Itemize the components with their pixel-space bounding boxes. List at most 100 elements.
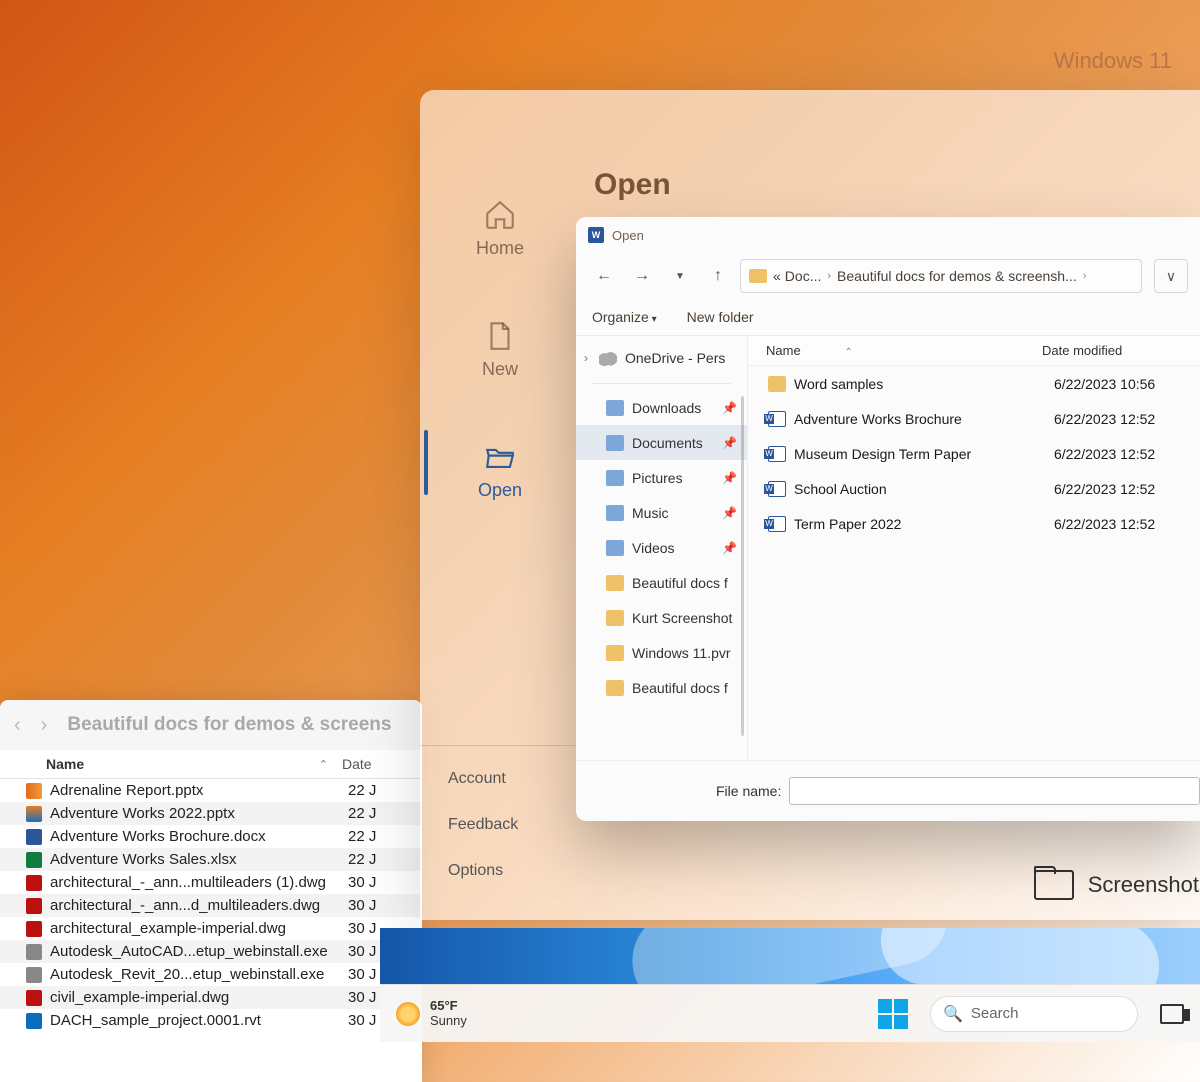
list-item[interactable]: Adventure Works Brochure.docx22 J <box>0 825 422 848</box>
file-name: architectural_-_ann...d_multileaders.dwg <box>50 897 348 914</box>
folder-open-icon <box>483 440 517 474</box>
mac-col-date[interactable]: Date <box>342 756 422 772</box>
nav-feedback[interactable]: Feedback <box>448 816 552 834</box>
tree-documents[interactable]: Documents 📌 <box>576 425 747 460</box>
new-folder-button[interactable]: New folder <box>687 309 754 325</box>
tree-music[interactable]: Music 📌 <box>576 495 747 530</box>
breadcrumb-seg1[interactable]: Doc... <box>785 268 822 284</box>
dialog-toolbar: Organize New folder <box>576 303 1200 335</box>
tree-onedrive[interactable]: › OneDrive - Pers <box>576 340 747 375</box>
back-icon[interactable]: ‹ <box>14 714 21 737</box>
backstage-title: Open <box>594 168 1200 202</box>
list-item[interactable]: Adventure Works Brochure6/22/2023 12:52 <box>748 401 1200 436</box>
dialog-tree[interactable]: › OneDrive - Pers Downloads 📌 Documents … <box>576 336 748 760</box>
exe-file-icon <box>26 944 42 960</box>
list-item[interactable]: civil_example-imperial.dwg30 J <box>0 986 422 1009</box>
file-date: 22 J <box>348 805 422 822</box>
nav-history-button[interactable]: ▼ <box>664 260 696 292</box>
nav-new[interactable]: New <box>420 299 580 420</box>
list-item[interactable]: DACH_sample_project.0001.rvt30 J <box>0 1009 422 1032</box>
file-date: 30 J <box>348 874 422 891</box>
tree-folder[interactable]: Kurt Screenshot <box>576 600 747 635</box>
pin-icon[interactable]: 📌 <box>722 541 737 555</box>
nav-open[interactable]: Open <box>420 420 580 541</box>
mac-column-header[interactable]: Name ⌃ Date <box>0 750 422 779</box>
list-item[interactable]: Autodesk_Revit_20...etup_webinstall.exe3… <box>0 963 422 986</box>
list-item[interactable]: Museum Design Term Paper6/22/2023 12:52 <box>748 436 1200 471</box>
breadcrumb[interactable]: « Doc... › Beautiful docs for demos & sc… <box>740 259 1142 293</box>
word-file-icon <box>768 446 786 462</box>
file-name: DACH_sample_project.0001.rvt <box>50 1012 348 1029</box>
start-button[interactable] <box>878 999 908 1029</box>
taskbar-search[interactable]: 🔍 Search <box>930 996 1138 1032</box>
search-placeholder: Search <box>971 1005 1019 1022</box>
screenshots-label: Screenshots <box>1088 872 1200 898</box>
nav-account[interactable]: Account <box>448 770 552 788</box>
home-icon <box>483 198 517 232</box>
list-item[interactable]: Word samples6/22/2023 10:56 <box>748 366 1200 401</box>
pin-icon[interactable]: 📌 <box>722 401 737 415</box>
docx-file-icon <box>26 829 42 845</box>
pin-icon[interactable]: 📌 <box>722 436 737 450</box>
list-item[interactable]: Autodesk_AutoCAD...etup_webinstall.exe30… <box>0 940 422 963</box>
cloud-icon <box>599 350 617 366</box>
file-name: Adventure Works Brochure.docx <box>50 828 348 845</box>
mac-finder-window: ‹ › Beautiful docs for demos & screens N… <box>0 700 422 1082</box>
file-date: 6/22/2023 12:52 <box>1054 481 1155 497</box>
list-item[interactable]: architectural_example-imperial.dwg30 J <box>0 917 422 940</box>
taskbar-weather[interactable]: 65°F Sunny <box>396 999 467 1029</box>
breadcrumb-seg2[interactable]: Beautiful docs for demos & screensh... <box>837 268 1077 284</box>
file-name: Autodesk_Revit_20...etup_webinstall.exe <box>50 966 348 983</box>
tree-separator <box>592 383 731 384</box>
nav-new-label: New <box>482 359 518 380</box>
screenshots-folder-button[interactable]: Screenshots <box>1034 870 1200 900</box>
forward-icon[interactable]: › <box>41 714 48 737</box>
nav-home[interactable]: Home <box>420 178 580 299</box>
nav-home-label: Home <box>476 238 524 259</box>
list-item[interactable]: School Auction6/22/2023 12:52 <box>748 471 1200 506</box>
tree-pictures[interactable]: Pictures 📌 <box>576 460 747 495</box>
file-name: Adventure Works 2022.pptx <box>50 805 348 822</box>
tree-folder[interactable]: Beautiful docs f <box>576 565 747 600</box>
list-item[interactable]: Adrenaline Report.pptx22 J <box>0 779 422 802</box>
list-item[interactable]: Term Paper 20226/22/2023 12:52 <box>748 506 1200 541</box>
file-date: 6/22/2023 12:52 <box>1054 446 1155 462</box>
nav-back-button[interactable]: ← <box>588 260 620 292</box>
folder-icon <box>606 680 624 696</box>
file-date: 6/22/2023 12:52 <box>1054 411 1155 427</box>
taskbar: 65°F Sunny 🔍 Search <box>380 984 1200 1042</box>
file-name: Word samples <box>794 376 1054 392</box>
file-name-input[interactable] <box>789 777 1200 805</box>
file-icon <box>483 319 517 353</box>
task-view-button[interactable] <box>1160 1004 1184 1024</box>
word-file-icon <box>768 411 786 427</box>
folder-icon <box>606 645 624 661</box>
list-item[interactable]: Adventure Works 2022.pptx22 J <box>0 802 422 825</box>
nav-options[interactable]: Options <box>448 862 552 880</box>
file-list-header[interactable]: Name ⌃ Date modified <box>748 336 1200 366</box>
refresh-button[interactable]: ∨ <box>1154 259 1188 293</box>
file-name: architectural_-_ann...multileaders (1).d… <box>50 874 348 891</box>
pin-icon[interactable]: 📌 <box>722 471 737 485</box>
file-name: Adventure Works Sales.xlsx <box>50 851 348 868</box>
pin-icon[interactable]: 📌 <box>722 506 737 520</box>
videos-icon <box>606 540 624 556</box>
weather-sunny-icon <box>396 1002 420 1026</box>
nav-up-button[interactable]: ↑ <box>702 260 734 292</box>
organize-button[interactable]: Organize <box>592 309 657 325</box>
file-name: architectural_example-imperial.dwg <box>50 920 348 937</box>
col-date-modified[interactable]: Date modified <box>1042 343 1200 358</box>
tree-folder[interactable]: Beautiful docs f <box>576 670 747 705</box>
list-item[interactable]: architectural_-_ann...multileaders (1).d… <box>0 871 422 894</box>
list-item[interactable]: Adventure Works Sales.xlsx22 J <box>0 848 422 871</box>
mac-col-name[interactable]: Name <box>46 756 315 772</box>
dwg-file-icon <box>26 921 42 937</box>
list-item[interactable]: architectural_-_ann...d_multileaders.dwg… <box>0 894 422 917</box>
tree-videos[interactable]: Videos 📌 <box>576 530 747 565</box>
nav-forward-button[interactable]: → <box>626 260 658 292</box>
tree-folder[interactable]: Windows 11.pvr <box>576 635 747 670</box>
dialog-file-list: Name ⌃ Date modified Word samples6/22/20… <box>748 336 1200 760</box>
tree-downloads[interactable]: Downloads 📌 <box>576 390 747 425</box>
col-name[interactable]: Name <box>766 343 801 358</box>
chevron-right-icon: › <box>1083 270 1087 282</box>
